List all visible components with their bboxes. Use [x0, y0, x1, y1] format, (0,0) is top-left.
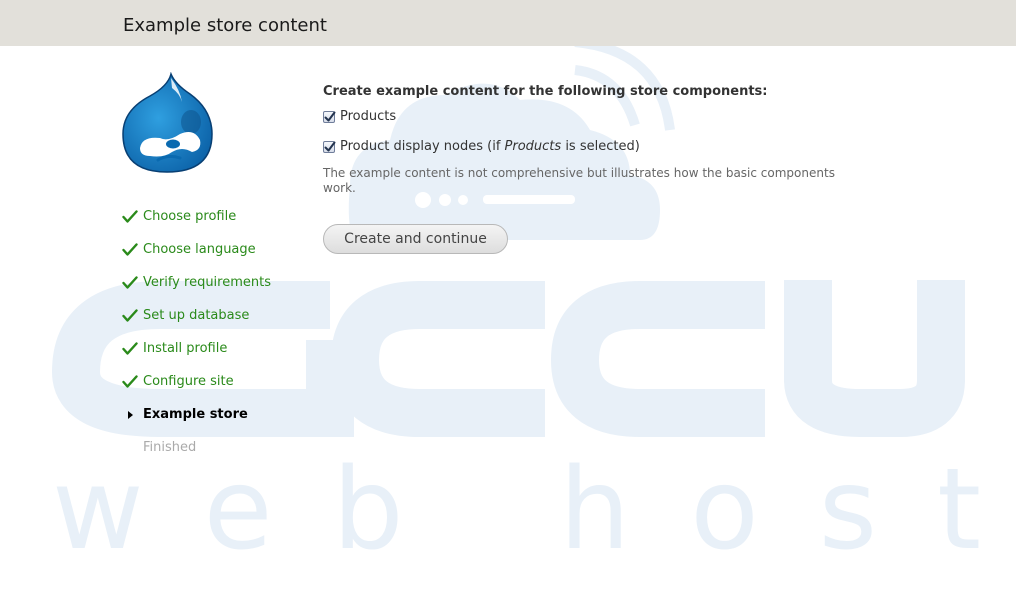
product-display-label-prefix: Product display nodes (if — [340, 139, 505, 154]
installer-page: web hosting Example store content Choose… — [0, 0, 1016, 603]
triangle-right-icon — [128, 411, 133, 419]
task-label: Finished — [143, 440, 197, 455]
checkmark-icon — [122, 243, 138, 256]
task-item-install-profile: Install profile — [120, 338, 271, 371]
products-label[interactable]: Products — [340, 108, 396, 126]
task-label: Install profile — [143, 341, 228, 356]
task-item-choose-profile: Choose profile — [120, 206, 271, 239]
task-item-choose-language: Choose language — [120, 239, 271, 272]
product-display-label[interactable]: Product display nodes (if Products is se… — [340, 138, 640, 156]
product-display-label-suffix: is selected) — [561, 139, 640, 154]
task-item-verify-requirements: Verify requirements — [120, 272, 271, 305]
create-and-continue-button[interactable]: Create and continue — [323, 224, 508, 254]
example-content-form: Create example content for the following… — [323, 83, 863, 254]
products-option[interactable]: Products — [323, 108, 396, 126]
form-description: The example content is not comprehensive… — [323, 166, 835, 195]
form-heading: Create example content for the following… — [323, 84, 768, 99]
checkmark-icon — [122, 375, 138, 388]
page-header: Example store content — [0, 0, 1016, 46]
checkmark-icon — [122, 342, 138, 355]
drupal-logo-icon — [122, 72, 213, 173]
page-title: Example store content — [123, 15, 327, 36]
product-display-label-emphasis: Products — [504, 139, 562, 154]
task-item-finished: Finished — [120, 437, 271, 470]
checkmark-icon — [122, 210, 138, 223]
checkbox-check-icon — [324, 141, 336, 152]
product-display-option[interactable]: Product display nodes (if Products is se… — [323, 138, 640, 156]
products-checkbox[interactable] — [323, 111, 336, 123]
task-item-example-store: Example store — [120, 404, 271, 437]
product-display-checkbox[interactable] — [323, 141, 336, 153]
task-item-configure-site: Configure site — [120, 371, 271, 404]
install-task-list: Choose profile Choose language Verify re… — [120, 206, 271, 470]
task-label: Example store — [143, 407, 248, 422]
task-label: Choose profile — [143, 209, 237, 224]
checkbox-check-icon — [324, 111, 336, 122]
task-label: Verify requirements — [143, 275, 272, 290]
task-item-set-up-database: Set up database — [120, 305, 271, 338]
task-label: Choose language — [143, 242, 256, 257]
checkmark-icon — [122, 276, 138, 289]
task-label: Set up database — [143, 308, 250, 323]
checkmark-icon — [122, 309, 138, 322]
task-label: Configure site — [143, 374, 234, 389]
